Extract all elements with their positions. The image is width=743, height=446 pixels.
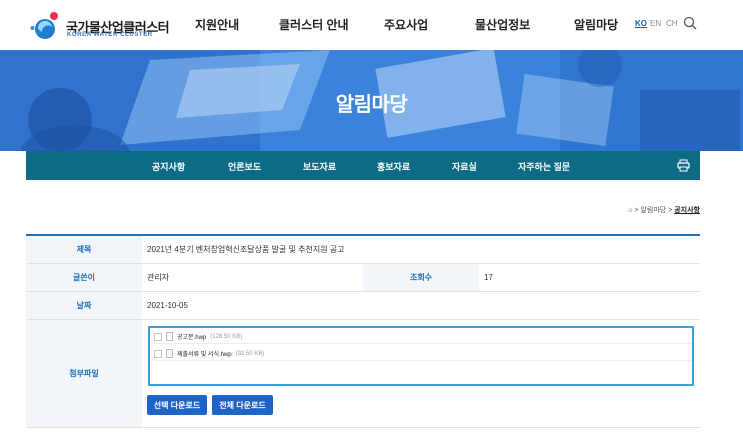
site-header: 국가물산업클러스터 KOREA WATER CLUSTER 지원안내 클러스터 … [0,0,743,50]
site-logo[interactable]: 국가물산업클러스터 KOREA WATER CLUSTER [30,8,180,44]
file-icon [166,349,173,358]
logo-subtitle: KOREA WATER CLUSTER [67,32,153,38]
breadcrumb-parent[interactable]: 알림마당 [640,207,666,214]
date-label: 날짜 [26,292,142,319]
hero-banner: 알림마당 [0,50,743,151]
date-row: 날짜 2021-10-05 [26,292,700,320]
gnb-support[interactable]: 지원안내 [195,16,239,33]
post-views: 17 [484,273,493,282]
breadcrumb-separator: > [668,207,673,214]
tab-archive[interactable]: 자료실 [452,160,477,173]
breadcrumb-separator: > [634,207,639,214]
attachments-label: 첨부파일 [26,320,142,427]
download-selected-button[interactable]: 선택 다운로드 [147,395,207,415]
attachments-row: 첨부파일 공고문.hwp (128.50 KB) 제출서류 및 서식.hwp (… [26,320,700,428]
post-date: 2021-10-05 [147,301,188,310]
post-title: 2021년 4분기 벤처창업혁신조달상품 발굴 및 추천지원 공고 [147,245,345,254]
tab-notice[interactable]: 공지사항 [152,160,186,183]
tab-press-release[interactable]: 보도자료 [303,160,336,173]
logo-mark-icon [30,12,58,39]
attachment-name[interactable]: 공고문.hwp [177,332,206,341]
sub-navigation: 공지사항 언론보도 보도자료 홍보자료 자료실 자주하는 질문 [26,151,700,183]
attachment-list: 공고문.hwp (128.50 KB) 제출서류 및 서식.hwp (92.50… [148,326,694,386]
author-label: 글쓴이 [26,264,142,291]
gnb-notice[interactable]: 알림마당 [574,16,618,33]
gnb-cluster[interactable]: 클러스터 안내 [279,16,349,33]
attachment-size: (92.50 KB) [235,350,265,357]
attachment-checkbox[interactable] [154,349,162,358]
attachment-checkbox[interactable] [154,332,162,341]
banner-title: 알림마당 [335,94,408,116]
attachment-item: 공고문.hwp (128.50 KB) [154,330,692,344]
print-icon[interactable] [677,159,690,172]
tab-faq[interactable]: 자주하는 질문 [518,160,570,173]
breadcrumb: ⌂ > 알림마당 > 공지사항 [628,205,700,215]
home-icon[interactable]: ⌂ [628,207,632,214]
attachment-item: 제출서류 및 서식.hwp (92.50 KB) [154,347,692,361]
tab-press-coverage[interactable]: 언론보도 [228,160,261,173]
attachment-name[interactable]: 제출서류 및 서식.hwp [177,349,232,358]
views-label: 조회수 [363,264,479,291]
title-row: 제목 2021년 4분기 벤처창업혁신조달상품 발굴 및 추천지원 공고 [26,236,700,264]
attachment-size: (128.50 KB) [210,333,243,340]
author-row: 글쓴이 관리자 조회수 17 [26,264,700,292]
lang-ko[interactable]: KO [635,19,647,28]
download-all-button[interactable]: 전체 다운로드 [212,395,273,415]
tab-promotion[interactable]: 홍보자료 [377,160,410,173]
search-icon[interactable] [683,16,697,30]
post-detail-table: 제목 2021년 4분기 벤처창업혁신조달상품 발굴 및 추천지원 공고 글쓴이… [26,234,700,428]
file-icon [166,332,173,341]
post-author: 관리자 [147,273,170,282]
lang-en[interactable]: EN [650,19,661,28]
gnb-info[interactable]: 물산업정보 [475,16,530,33]
title-label: 제목 [26,236,142,263]
breadcrumb-current[interactable]: 공지사항 [674,207,700,214]
gnb-projects[interactable]: 주요사업 [384,16,428,33]
lang-ch[interactable]: CH [666,19,678,28]
